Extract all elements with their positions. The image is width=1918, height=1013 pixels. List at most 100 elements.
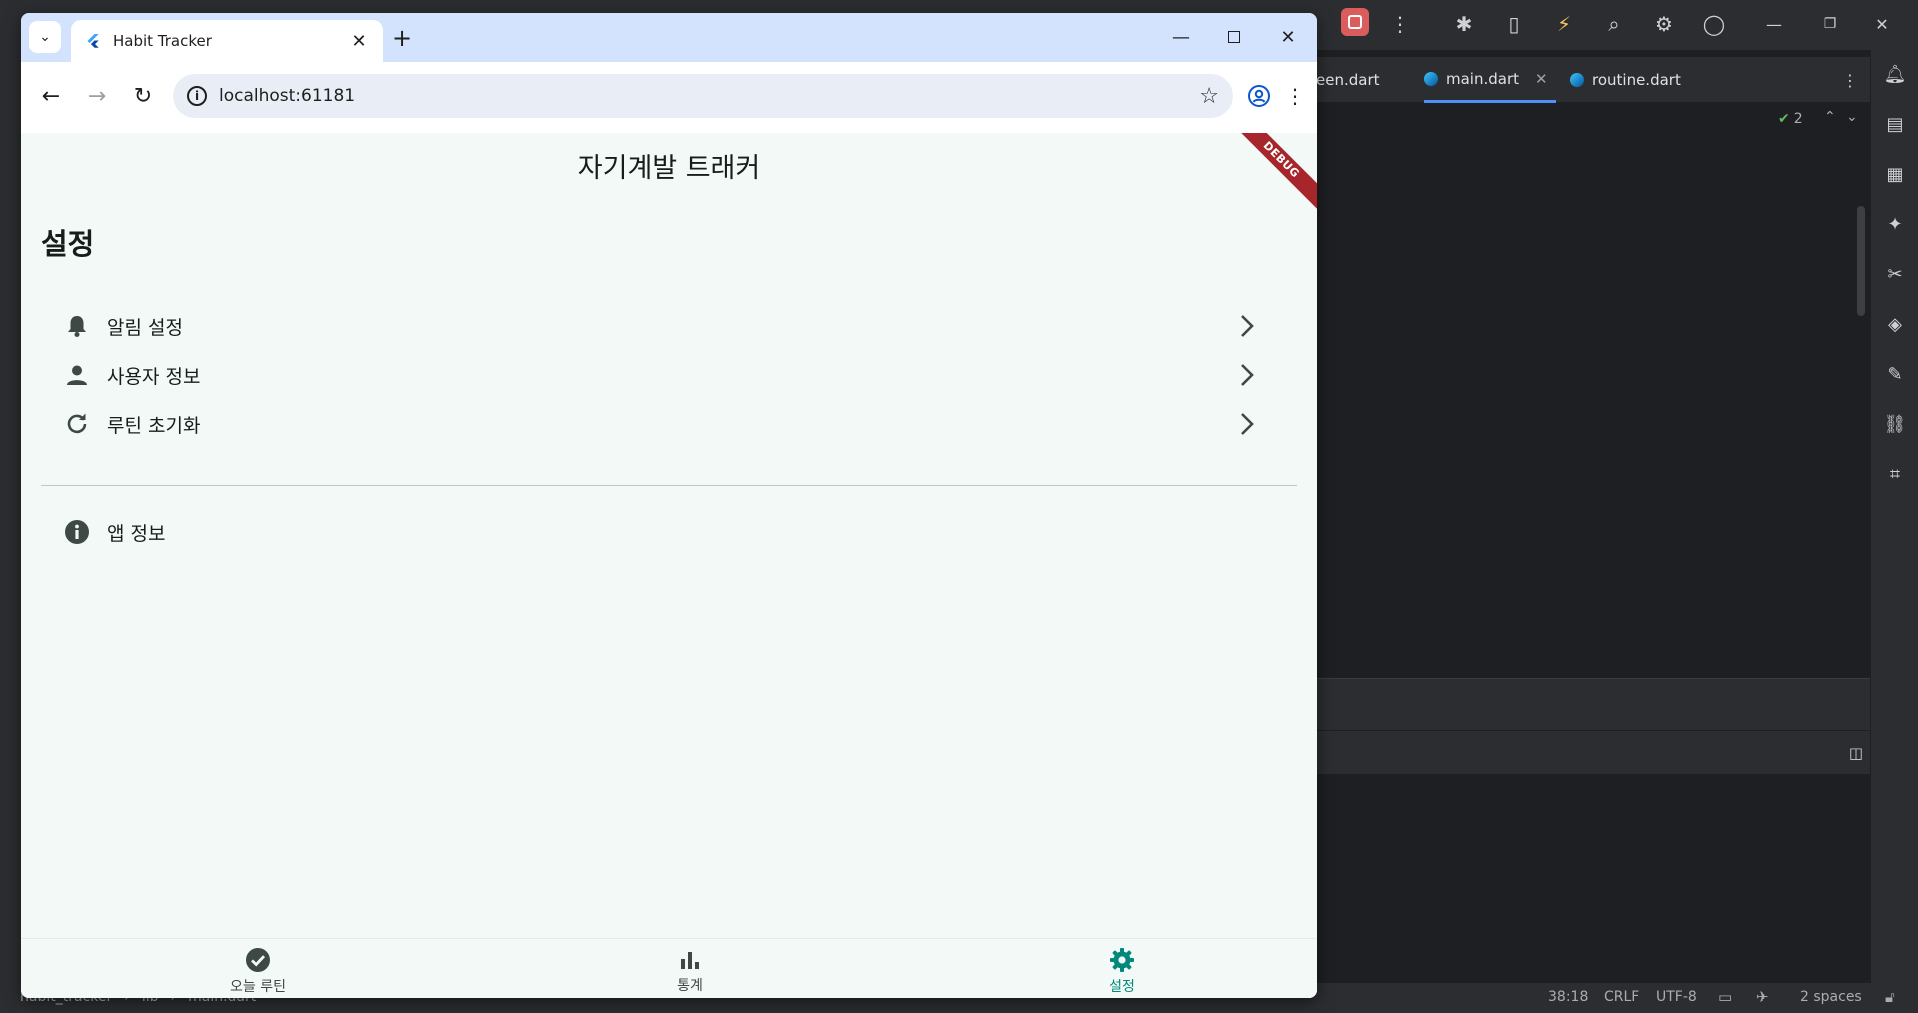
ide-tool-window xyxy=(1316,774,1870,983)
settings-icon[interactable]: ⚙ xyxy=(1650,10,1678,38)
clipboard-icon[interactable]: ▦ xyxy=(1881,160,1909,188)
cursor-position[interactable]: 38:18 xyxy=(1548,989,1588,1005)
info-icon xyxy=(63,518,91,546)
arrow-right-icon: → xyxy=(87,83,107,109)
forward-button[interactable]: → xyxy=(81,80,113,112)
arrow-left-icon: ← xyxy=(41,83,61,109)
bell-icon xyxy=(63,312,91,340)
settings-item-reset-routine[interactable]: 루틴 초기화 xyxy=(41,394,1297,454)
inspector-icon[interactable]: ◈ xyxy=(1881,310,1909,338)
edit-icon[interactable]: ✎ xyxy=(1881,360,1909,388)
stop-button[interactable] xyxy=(1341,8,1369,36)
close-icon[interactable]: ✕ xyxy=(349,31,369,52)
ide-panel-toolbar: ◫ xyxy=(1316,730,1870,774)
ide-tab-label: een.dart xyxy=(1316,71,1380,89)
tab-title: Habit Tracker xyxy=(113,32,212,50)
debug-banner-label: DEBUG xyxy=(1237,133,1317,213)
settings-item-label: 앱 정보 xyxy=(107,522,166,545)
hot-reload-icon[interactable]: ⚡ xyxy=(1550,10,1578,38)
nav-label: 통계 xyxy=(677,977,703,994)
ide-tab-label: main.dart xyxy=(1446,69,1520,88)
ide-tab[interactable]: routine.dart xyxy=(1570,57,1681,103)
more-vertical-icon[interactable]: ⋮ xyxy=(1836,66,1864,94)
scissors-icon[interactable]: ✂ xyxy=(1881,260,1909,288)
maximize-icon xyxy=(1228,31,1240,43)
dart-file-icon xyxy=(1570,73,1584,87)
plus-icon: + xyxy=(391,24,413,52)
problems-check-icon[interactable]: ✔ 2 xyxy=(1778,111,1803,127)
screenshot-icon[interactable]: ⌗ xyxy=(1881,460,1909,488)
nav-item-statistics[interactable]: 통계 xyxy=(475,943,905,998)
ide-minimize-icon[interactable]: — xyxy=(1760,10,1788,38)
editor-scrollbar[interactable] xyxy=(1857,206,1865,316)
nav-label: 설정 xyxy=(1109,978,1135,995)
ide-restore-icon[interactable]: ❐ xyxy=(1816,10,1844,38)
rocket-icon[interactable]: ✈ xyxy=(1756,988,1769,1006)
chevron-right-icon xyxy=(1233,312,1261,340)
ide-left-toolbar xyxy=(0,50,22,983)
line-ending[interactable]: CRLF xyxy=(1604,989,1639,1005)
ide-tab[interactable]: een.dart xyxy=(1316,57,1380,103)
flutter-icon xyxy=(87,34,99,48)
url-text[interactable]: localhost:61181 xyxy=(219,86,1199,106)
readonly-icon[interactable]: ▭ xyxy=(1718,988,1732,1006)
ide-tab-label: routine.dart xyxy=(1592,71,1681,89)
file-encoding[interactable]: UTF-8 xyxy=(1656,989,1697,1005)
chevron-right-icon xyxy=(1233,410,1261,438)
account-icon[interactable]: ◯ xyxy=(1700,10,1728,38)
bar-chart-icon xyxy=(681,951,699,969)
more-vertical-icon[interactable]: ⋮ xyxy=(1386,10,1414,38)
star-icon[interactable]: ☆ xyxy=(1199,84,1219,109)
link-icon[interactable]: ⛓ xyxy=(1881,410,1909,438)
ide-tab-active[interactable]: main.dart ✕ xyxy=(1424,57,1556,103)
ide-editor-tabs: een.dart main.dart ✕ routine.dart ⋮ xyxy=(1316,57,1870,103)
reload-icon: ↻ xyxy=(133,83,153,109)
address-bar[interactable]: i localhost:61181 ☆ xyxy=(173,74,1233,118)
minimize-button[interactable]: — xyxy=(1161,21,1201,53)
debug-icon[interactable]: ✱ xyxy=(1450,10,1478,38)
ai-assistant-icon[interactable]: ✦ xyxy=(1881,210,1909,238)
page-title: 설정 xyxy=(41,227,95,261)
profile-icon xyxy=(1248,85,1270,107)
chevron-up-icon[interactable]: ⌃ xyxy=(1824,109,1836,125)
close-icon: ✕ xyxy=(1280,26,1296,48)
nav-item-today-routine[interactable]: 오늘 루틴 xyxy=(43,943,473,998)
search-icon[interactable]: ⌕ xyxy=(1600,10,1628,38)
device-icon[interactable]: ▯ xyxy=(1500,10,1528,38)
indent-setting[interactable]: 2 spaces xyxy=(1800,989,1862,1005)
lock-icon[interactable]: 🔓︎ xyxy=(1885,988,1895,1006)
refresh-icon xyxy=(63,410,91,438)
ide-close-icon[interactable]: ✕ xyxy=(1868,10,1896,38)
more-vertical-icon: ⋮ xyxy=(1285,84,1305,108)
tab-strip: ⌄ Habit Tracker ✕ + — ✕ xyxy=(21,13,1317,62)
stop-icon xyxy=(1348,15,1362,29)
browser-menu-button[interactable]: ⋮ xyxy=(1279,80,1311,112)
bottom-navigation-bar: 오늘 루틴 통계 설정 xyxy=(21,938,1317,998)
profile-button[interactable] xyxy=(1243,80,1275,112)
chevron-right-icon xyxy=(1233,361,1261,389)
notifications-icon[interactable]: 🔔︎ xyxy=(1881,60,1909,88)
tab-search-button[interactable]: ⌄ xyxy=(29,21,61,53)
reload-button[interactable]: ↻ xyxy=(127,80,159,112)
gear-icon xyxy=(1110,947,1134,972)
dart-file-icon xyxy=(1424,71,1438,86)
ide-right-toolbar: 🔔︎ ▤ ▦ ✦ ✂ ◈ ✎ ⛓ ⌗ xyxy=(1870,50,1918,983)
settings-item-app-info[interactable]: 앱 정보 xyxy=(41,502,1297,562)
settings-item-label: 루틴 초기화 xyxy=(107,414,201,437)
divider xyxy=(41,485,1297,486)
chevron-down-icon[interactable]: ⌄ xyxy=(1846,109,1858,125)
file-icon[interactable]: ▤ xyxy=(1881,110,1909,138)
check-circle-icon xyxy=(246,947,270,972)
close-icon[interactable]: ✕ xyxy=(1535,70,1548,88)
browser-toolbar: ← → ↻ i localhost:61181 ☆ ⋮ xyxy=(21,62,1317,133)
back-button[interactable]: ← xyxy=(35,80,67,112)
new-tab-button[interactable]: + xyxy=(387,23,417,53)
info-icon[interactable]: i xyxy=(187,86,207,106)
settings-item-label: 사용자 정보 xyxy=(107,365,201,388)
ide-editor[interactable]: ✔ 2 ⌃ ⌄ xyxy=(1316,103,1870,678)
nav-item-settings[interactable]: 설정 xyxy=(907,943,1317,998)
browser-tab-active[interactable]: Habit Tracker ✕ xyxy=(71,20,383,62)
maximize-button[interactable] xyxy=(1214,21,1254,53)
layout-icon[interactable]: ◫ xyxy=(1842,739,1870,767)
window-close-button[interactable]: ✕ xyxy=(1268,21,1308,53)
